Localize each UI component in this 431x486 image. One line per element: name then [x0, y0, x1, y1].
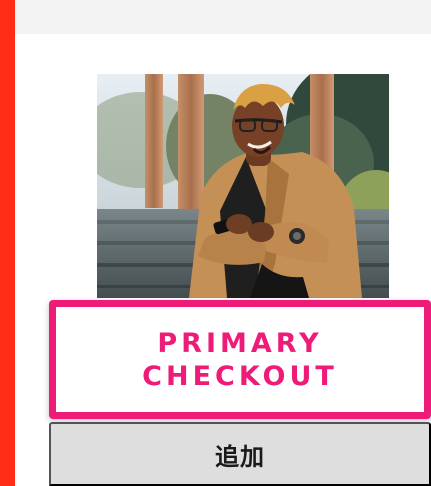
- primary-checkout-line-1: PRIMARY: [157, 327, 323, 359]
- primary-checkout-button[interactable]: PRIMARY CHECKOUT: [49, 300, 431, 419]
- accent-stripe: [0, 0, 15, 486]
- primary-checkout-line-2: CHECKOUT: [142, 360, 338, 392]
- top-bar: [0, 0, 431, 34]
- product-image: [97, 74, 389, 298]
- add-button[interactable]: 追加: [49, 422, 431, 486]
- add-button-label: 追加: [215, 442, 265, 471]
